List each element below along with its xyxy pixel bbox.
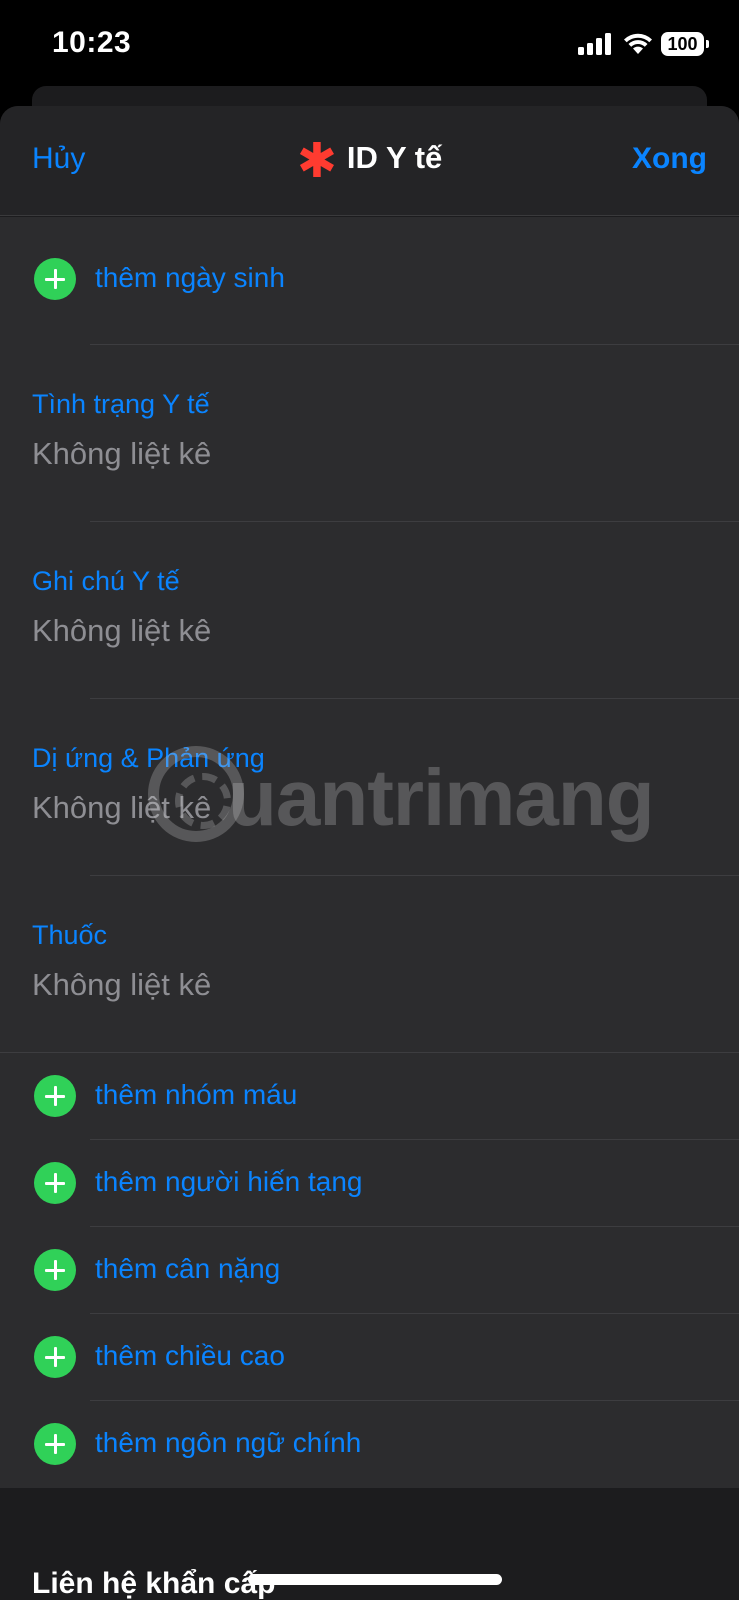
emergency-contacts-title: Liên hệ khẩn cấp: [32, 1567, 276, 1600]
plus-circle-icon: [34, 1423, 76, 1465]
screen: 10:23 100 Hủy ✱ ID Y tế Xong thêm ngày s…: [0, 0, 739, 1600]
status-time: 10:23: [52, 26, 132, 59]
plus-circle-icon: [34, 258, 76, 300]
medical-notes-value: Không liệt kê: [32, 613, 212, 648]
medical-conditions-row[interactable]: Tình trạng Y tế Không liệt kê: [0, 345, 739, 522]
add-primary-language-label: thêm ngôn ngữ chính: [95, 1427, 362, 1458]
medications-row[interactable]: Thuốc Không liệt kê: [0, 876, 739, 1053]
add-height-label: thêm chiều cao: [95, 1340, 285, 1371]
plus-circle-icon: [34, 1249, 76, 1291]
add-organ-donor-label: thêm người hiến tạng: [95, 1166, 363, 1197]
nav-bar: Hủy ✱ ID Y tế Xong: [0, 106, 739, 216]
medical-info-list: thêm ngày sinh Tình trạng Y tế Không liệ…: [0, 217, 739, 1488]
medical-notes-label: Ghi chú Y tế: [32, 566, 180, 596]
page-title: ✱ ID Y tế: [0, 138, 739, 186]
plus-circle-icon: [34, 1336, 76, 1378]
status-bar: 10:23 100: [0, 0, 739, 90]
allergies-label: Dị ứng & Phản ứng: [32, 743, 265, 773]
home-indicator[interactable]: [248, 1574, 502, 1585]
plus-circle-icon: [34, 1075, 76, 1117]
page-title-text: ID Y tế: [346, 140, 443, 175]
allergies-value: Không liệt kê: [32, 790, 212, 825]
add-birthdate-row[interactable]: thêm ngày sinh: [0, 217, 739, 345]
add-blood-type-row[interactable]: thêm nhóm máu: [0, 1053, 739, 1140]
add-birthdate-label: thêm ngày sinh: [95, 262, 285, 293]
medications-value: Không liệt kê: [32, 967, 212, 1002]
medical-conditions-value: Không liệt kê: [32, 436, 212, 471]
add-weight-label: thêm cân nặng: [95, 1253, 281, 1284]
add-weight-row[interactable]: thêm cân nặng: [0, 1227, 739, 1314]
add-organ-donor-row[interactable]: thêm người hiến tạng: [0, 1140, 739, 1227]
medical-notes-row[interactable]: Ghi chú Y tế Không liệt kê: [0, 522, 739, 699]
allergies-row[interactable]: Dị ứng & Phản ứng Không liệt kê: [0, 699, 739, 876]
add-height-row[interactable]: thêm chiều cao: [0, 1314, 739, 1401]
battery-level: 100: [667, 34, 698, 54]
done-button[interactable]: Xong: [632, 142, 707, 176]
cellular-signal-icon: [578, 33, 614, 55]
medical-conditions-label: Tình trạng Y tế: [32, 389, 210, 419]
plus-circle-icon: [34, 1162, 76, 1204]
add-blood-type-label: thêm nhóm máu: [95, 1079, 298, 1110]
battery-icon: 100: [661, 32, 709, 56]
medical-id-sheet: Hủy ✱ ID Y tế Xong thêm ngày sinh Tình tr…: [0, 106, 739, 1600]
add-primary-language-row[interactable]: thêm ngôn ngữ chính: [0, 1401, 739, 1488]
red-asterisk-icon: ✱: [296, 135, 337, 188]
wifi-icon: [624, 33, 652, 54]
medications-label: Thuốc: [32, 920, 108, 950]
